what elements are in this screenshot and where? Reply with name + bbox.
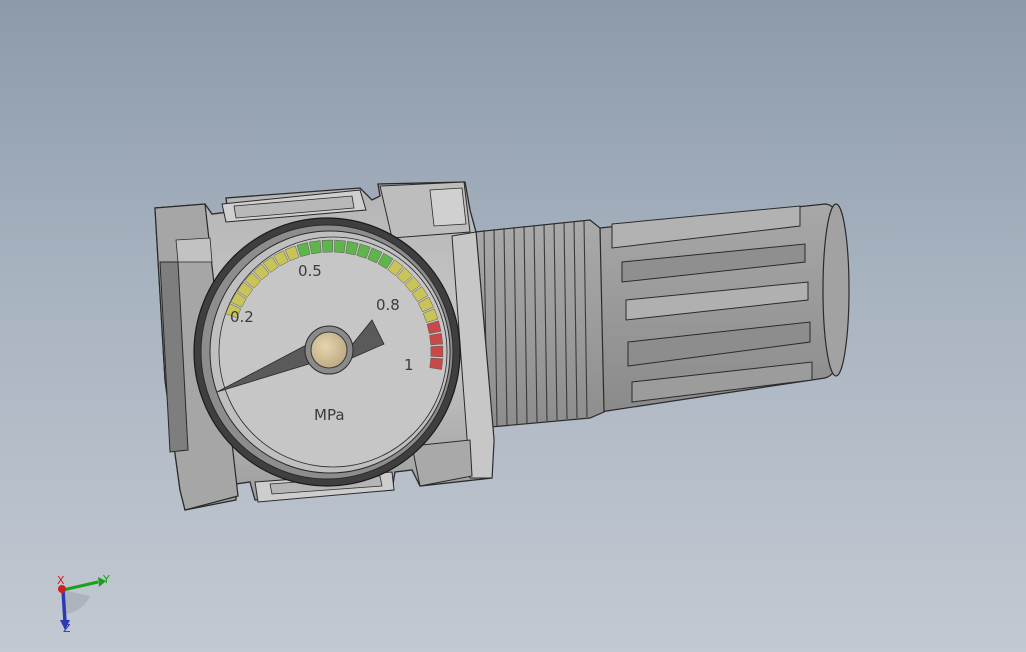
gauge-scale-segment	[430, 345, 444, 358]
graphics-viewport[interactable]: 0.2 0.5 0.8 1 MPa Y X Z	[0, 0, 1026, 652]
triad-y-label: Y	[102, 573, 110, 586]
gauge-scale-segment	[321, 239, 334, 253]
gauge-tick-label-0-8: 0.8	[376, 296, 400, 314]
gauge-tick-label-0-2: 0.2	[230, 308, 254, 326]
gauge-tick-label-1: 1	[404, 356, 414, 374]
model-render[interactable]: 0.2 0.5 0.8 1 MPa Y X Z	[0, 0, 1026, 652]
triad-y-axis	[62, 580, 99, 592]
triad-x-label: X	[57, 574, 65, 587]
gauge-hub	[310, 331, 348, 369]
gauge-scale-segment	[334, 239, 346, 254]
gauge-scale-segment	[429, 333, 443, 346]
adjustment-knob[interactable]	[599, 203, 850, 413]
orientation-triad[interactable]: Y X Z	[57, 573, 110, 635]
threaded-bonnet[interactable]	[474, 219, 605, 429]
gauge-unit-label: MPa	[314, 406, 345, 424]
gauge-scale-segment	[429, 357, 444, 370]
gauge-tick-label-0-5: 0.5	[298, 262, 322, 280]
gauge-scale-segment	[309, 240, 322, 255]
triad-z-axis	[61, 589, 67, 623]
triad-z-label: Z	[63, 622, 71, 635]
pressure-gauge[interactable]: 0.2 0.5 0.8 1 MPa	[193, 217, 461, 487]
